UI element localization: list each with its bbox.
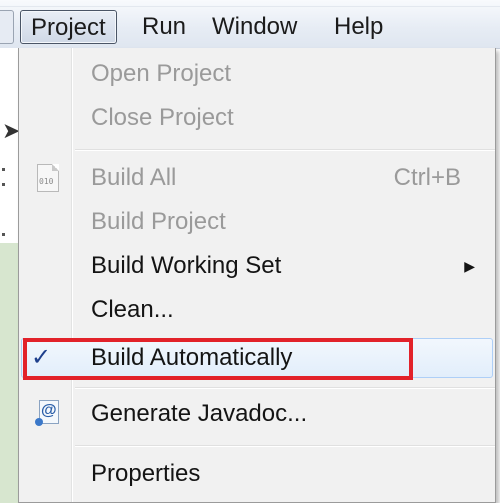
menu-item-label: Open Project <box>91 60 232 87</box>
menu-item-label: Clean... <box>91 296 174 323</box>
menu-item-label: Generate Javadoc... <box>91 400 308 427</box>
menu-separator <box>75 387 495 389</box>
submenu-arrow-icon: ▶ <box>464 258 475 274</box>
menu-item-open-project[interactable]: Open Project <box>19 52 495 96</box>
editor-mark <box>2 233 5 236</box>
menu-bar-top-line <box>0 6 500 7</box>
menu-item-build-all[interactable]: 010 Build All Ctrl+B <box>19 156 495 200</box>
menu-item-properties[interactable]: Properties <box>19 452 495 496</box>
menu-item-close-project[interactable]: Close Project <box>19 96 495 140</box>
menu-item-build-project[interactable]: Build Project <box>19 200 495 244</box>
menu-separator <box>75 149 495 151</box>
menu-separator <box>75 445 495 447</box>
build-all-binary-icon: 010 <box>37 164 59 192</box>
menu-item-label: Build Project <box>91 208 226 235</box>
menu-project[interactable]: Project <box>20 10 117 44</box>
javadoc-icon: @ <box>35 400 61 428</box>
menu-item-label: Close Project <box>91 104 234 131</box>
menu-item-label: Build Working Set <box>91 252 282 279</box>
menu-window[interactable]: Window <box>202 10 307 44</box>
menu-item-build-working-set[interactable]: Build Working Set ▶ <box>19 244 495 288</box>
menu-run[interactable]: Run <box>132 10 196 44</box>
menu-bar-previous-item-edge[interactable] <box>0 10 14 44</box>
red-annotation-box <box>23 338 413 380</box>
menu-item-shortcut: Ctrl+B <box>393 164 461 191</box>
menu-bar: Project Run Window Help <box>0 0 500 49</box>
project-dropdown-menu: Open Project Close Project 010 Build All… <box>18 48 496 503</box>
menu-item-label: Properties <box>91 460 201 487</box>
editor-mark <box>2 168 5 171</box>
menu-item-label: Build All <box>91 164 177 191</box>
menu-item-clean[interactable]: Clean... <box>19 288 495 332</box>
menu-help[interactable]: Help <box>324 10 393 44</box>
editor-mark <box>2 183 5 186</box>
menu-item-generate-javadoc[interactable]: @ Generate Javadoc... <box>19 392 495 436</box>
